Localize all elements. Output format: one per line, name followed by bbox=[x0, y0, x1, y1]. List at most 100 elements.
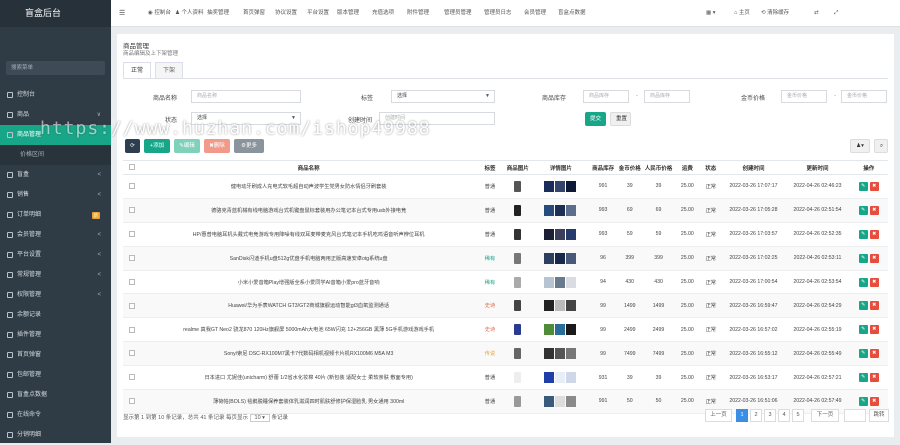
detail-image[interactable] bbox=[544, 252, 555, 264]
product-image-cell[interactable] bbox=[502, 293, 533, 319]
delete-button[interactable]: ✖删除 bbox=[204, 139, 230, 153]
filter-price-from[interactable]: 金币价格 bbox=[781, 90, 827, 103]
detail-images-cell[interactable] bbox=[532, 365, 590, 391]
detail-image[interactable] bbox=[544, 180, 555, 192]
sidebar-item[interactable]: 盲盒 < bbox=[0, 165, 111, 185]
row-checkbox-cell[interactable] bbox=[123, 293, 141, 319]
product-image-cell[interactable] bbox=[502, 341, 533, 367]
sidebar-item[interactable]: 会员管理 < bbox=[0, 225, 111, 245]
row-checkbox[interactable] bbox=[128, 231, 135, 238]
detail-image[interactable] bbox=[555, 348, 566, 360]
detail-image[interactable] bbox=[566, 228, 577, 240]
filter-price-to[interactable]: 金币价格 bbox=[841, 90, 887, 103]
detail-image[interactable] bbox=[566, 324, 577, 336]
add-button[interactable]: +添加 bbox=[144, 139, 170, 153]
detail-image[interactable] bbox=[544, 348, 555, 360]
edit-icon[interactable]: ✎ bbox=[858, 301, 868, 311]
jump-button[interactable]: 跳转 bbox=[869, 409, 889, 422]
sidebar-item[interactable]: 控制台 bbox=[0, 85, 111, 105]
row-checkbox[interactable] bbox=[128, 350, 135, 357]
product-image[interactable] bbox=[514, 228, 522, 240]
tab-normal[interactable]: 正常 bbox=[123, 62, 152, 79]
edit-icon[interactable]: ✎ bbox=[858, 253, 868, 263]
detail-image[interactable] bbox=[566, 348, 577, 360]
detail-image[interactable] bbox=[566, 252, 577, 264]
table-row[interactable]: 德骆克青蓝机械有线电脑游戏台式机键盘鼠标套装用办公笔记本台式专用usb外接电竞普… bbox=[123, 198, 888, 223]
detail-image[interactable] bbox=[555, 228, 566, 240]
sidebar-item[interactable]: 平台设置 < bbox=[0, 245, 111, 265]
translate-icon[interactable]: ⇄ bbox=[814, 0, 819, 27]
row-checkbox[interactable] bbox=[128, 254, 135, 261]
page-number-button[interactable]: 2 bbox=[750, 409, 762, 422]
detail-image[interactable] bbox=[566, 204, 577, 216]
row-checkbox-cell[interactable] bbox=[123, 317, 141, 343]
detail-image[interactable] bbox=[555, 395, 566, 407]
product-image-cell[interactable] bbox=[502, 317, 533, 343]
fullscreen-icon[interactable]: ⤢ bbox=[834, 0, 838, 27]
top-menu-item[interactable]: 版本管理 bbox=[337, 0, 359, 27]
detail-image[interactable] bbox=[544, 204, 555, 216]
edit-icon[interactable]: ✎ bbox=[858, 181, 868, 191]
detail-image[interactable] bbox=[555, 252, 566, 264]
prev-page-button[interactable]: 上一页 bbox=[705, 409, 732, 422]
refresh-button[interactable]: ⟳ bbox=[125, 139, 140, 153]
row-checkbox[interactable] bbox=[128, 302, 135, 309]
delete-icon[interactable]: ✖ bbox=[869, 277, 879, 287]
row-checkbox-cell[interactable] bbox=[123, 222, 141, 247]
delete-icon[interactable]: ✖ bbox=[869, 349, 879, 359]
table-row[interactable]: HP/惠普电脑耳机头戴式电竞游戏专用降噪有线双耳麦带麦克风台式笔记本手机吃鸡语音… bbox=[123, 222, 888, 247]
detail-image[interactable] bbox=[566, 372, 577, 384]
table-row[interactable]: 日本进口 尤妮佳(unicharm) 舒蕾 1/2省水化妆棉 40片 (新包装 … bbox=[123, 365, 888, 391]
row-checkbox[interactable] bbox=[128, 207, 135, 214]
delete-icon[interactable]: ✖ bbox=[869, 301, 879, 311]
row-checkbox[interactable] bbox=[128, 374, 135, 381]
top-menu-item[interactable]: 首页弹窗 bbox=[243, 0, 265, 27]
row-checkbox-cell[interactable] bbox=[123, 174, 141, 199]
delete-icon[interactable]: ✖ bbox=[869, 229, 879, 239]
edit-button[interactable]: ✎编辑 bbox=[174, 139, 200, 153]
delete-icon[interactable]: ✖ bbox=[869, 253, 879, 263]
row-checkbox-cell[interactable] bbox=[123, 270, 141, 295]
table-row[interactable]: realme 真我GT Neo2 骁龙870 120Hz旗舰屏 5000mAh大… bbox=[123, 317, 888, 343]
detail-image[interactable] bbox=[566, 395, 577, 407]
product-image-cell[interactable] bbox=[502, 246, 533, 271]
sidebar-item[interactable]: 常规管理 < bbox=[0, 265, 111, 285]
row-checkbox-cell[interactable] bbox=[123, 246, 141, 271]
tab-offshelf[interactable]: 下架 bbox=[155, 62, 184, 79]
detail-image[interactable] bbox=[544, 372, 555, 384]
sidebar-item[interactable]: 订单明细 新 bbox=[0, 205, 111, 225]
product-image-cell[interactable] bbox=[502, 365, 533, 391]
filter-stock-to[interactable]: 商品库存 bbox=[644, 90, 690, 103]
sidebar-search-input[interactable]: 搜索菜单 bbox=[6, 61, 105, 75]
detail-image[interactable] bbox=[544, 228, 555, 240]
detail-images-cell[interactable] bbox=[532, 317, 590, 343]
detail-image[interactable] bbox=[544, 395, 555, 407]
column-header[interactable] bbox=[123, 160, 141, 175]
sidebar-item[interactable]: 盲盒点数据 bbox=[0, 385, 111, 405]
page-number-button[interactable]: 5 bbox=[792, 409, 804, 422]
detail-image[interactable] bbox=[544, 300, 555, 312]
product-image[interactable] bbox=[514, 276, 522, 288]
product-image[interactable] bbox=[514, 204, 522, 216]
page-number-button[interactable]: 3 bbox=[764, 409, 776, 422]
menu-toggle-icon[interactable]: ☰ bbox=[119, 0, 125, 27]
row-checkbox[interactable] bbox=[128, 398, 135, 405]
sidebar-item[interactable]: 首页弹窗 bbox=[0, 345, 111, 365]
page-number-button[interactable]: 4 bbox=[778, 409, 790, 422]
filter-name-input[interactable]: 商品名称 bbox=[191, 90, 301, 103]
detail-images-cell[interactable] bbox=[532, 222, 590, 247]
detail-images-cell[interactable] bbox=[532, 198, 590, 223]
row-checkbox-cell[interactable] bbox=[123, 341, 141, 367]
edit-icon[interactable]: ✎ bbox=[858, 349, 868, 359]
product-image[interactable] bbox=[514, 395, 522, 407]
sidebar-item[interactable]: 包邮管理 bbox=[0, 365, 111, 385]
delete-icon[interactable]: ✖ bbox=[869, 205, 879, 215]
top-menu-item[interactable]: 盲盒点数据 bbox=[558, 0, 586, 27]
sidebar-item[interactable]: 插件管理 bbox=[0, 325, 111, 345]
delete-icon[interactable]: ✖ bbox=[869, 325, 879, 335]
sidebar-item[interactable]: 在线命令 bbox=[0, 405, 111, 425]
top-menu-item[interactable]: 管理员管理 bbox=[444, 0, 472, 27]
row-checkbox[interactable] bbox=[128, 278, 135, 285]
delete-icon[interactable]: ✖ bbox=[869, 373, 879, 383]
page-number-button[interactable]: 1 bbox=[736, 409, 748, 422]
